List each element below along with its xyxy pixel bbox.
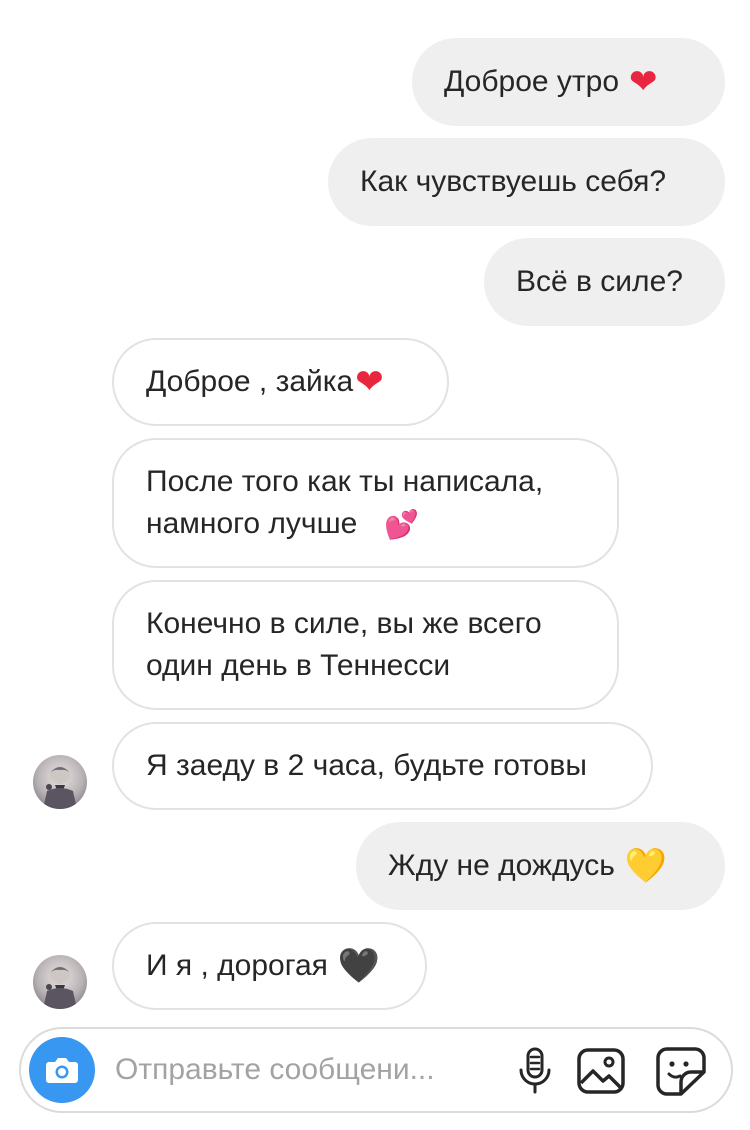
message-text: Доброе утро — [444, 65, 620, 98]
outgoing-message[interactable]: Всё в силе? — [484, 238, 725, 326]
avatar[interactable] — [33, 955, 87, 1009]
camera-icon — [46, 1058, 78, 1083]
message-text: Всё в силе? — [516, 265, 683, 298]
message-text: После того как ты написала, намного лучш… — [146, 465, 544, 540]
camera-button[interactable] — [29, 1037, 95, 1103]
message-text: И я , дорогая — [146, 949, 328, 982]
sticker-button[interactable] — [655, 1045, 707, 1097]
avatar[interactable] — [33, 755, 87, 809]
message-text: Доброе , зайка — [146, 365, 354, 398]
gallery-button[interactable] — [575, 1045, 627, 1097]
message-text: Конечно в силе, вы же всего один день в … — [146, 607, 542, 682]
incoming-message[interactable]: Доброе , зайка ❤ — [112, 338, 449, 426]
gallery-icon — [577, 1048, 625, 1094]
microphone-button[interactable] — [509, 1045, 561, 1097]
message-text: Я заеду в 2 часа, будьте готовы — [146, 749, 587, 782]
message-text: Жду не дождусь — [388, 849, 615, 882]
message-composer: Отправьте сообщени... — [19, 1027, 733, 1113]
incoming-message[interactable]: После того как ты написала, намного лучш… — [112, 438, 619, 568]
chat-screen: Доброе утро ❤ Как чувствуешь себя? Всё в си… — [0, 0, 750, 1130]
avatar-photo-icon — [33, 755, 87, 809]
message-input[interactable]: Отправьте сообщени... — [115, 1029, 435, 1111]
incoming-message[interactable]: Я заеду в 2 часа, будьте готовы — [112, 722, 653, 810]
incoming-message[interactable]: И я , дорогая 🖤 — [112, 922, 427, 1010]
red-heart-emoji: ❤ — [355, 362, 384, 402]
outgoing-message[interactable]: Жду не дождусь 💛 — [356, 822, 725, 910]
outgoing-message[interactable]: Доброе утро ❤ — [412, 38, 725, 126]
message-text: Как чувствуешь себя? — [360, 165, 667, 198]
black-heart-emoji: 🖤 — [337, 946, 381, 986]
two-hearts-emoji: 💕 — [384, 508, 419, 541]
incoming-message[interactable]: Конечно в силе, вы же всего один день в … — [112, 580, 619, 710]
yellow-heart-emoji: 💛 — [624, 846, 668, 886]
sticker-icon — [656, 1047, 706, 1096]
red-heart-emoji: ❤ — [629, 62, 658, 102]
outgoing-message[interactable]: Как чувствуешь себя? — [328, 138, 725, 226]
microphone-icon — [519, 1047, 551, 1094]
avatar-photo-icon — [33, 955, 87, 1009]
